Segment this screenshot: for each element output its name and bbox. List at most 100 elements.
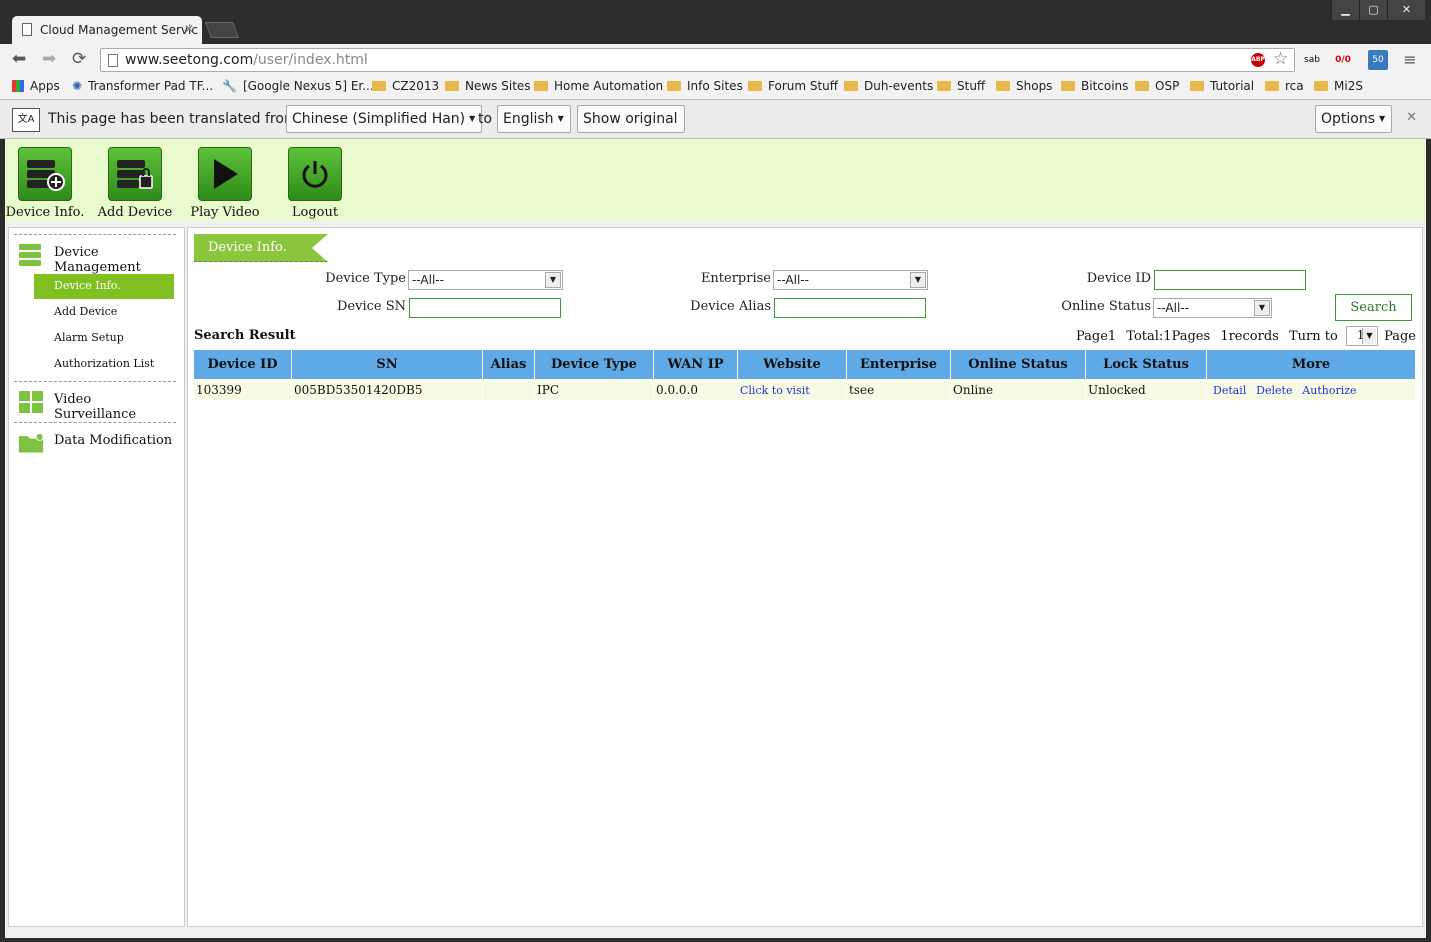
folder-icon — [18, 433, 44, 453]
apps-icon — [12, 80, 24, 92]
show-original-button[interactable]: Show original — [577, 105, 685, 133]
col-device-id[interactable]: Device ID — [194, 350, 291, 379]
forward-arrow-icon[interactable]: ➡ — [42, 49, 56, 69]
col-device-type[interactable]: Device Type — [535, 350, 653, 379]
bookmark-folder[interactable]: Tutorial — [1190, 79, 1254, 93]
col-enterprise[interactable]: Enterprise — [847, 350, 950, 379]
sidebar-item-authorization-list[interactable]: Authorization List — [34, 352, 174, 377]
close-translate-icon[interactable]: ✕ — [1406, 110, 1417, 125]
bookmark-folder[interactable]: Info Sites — [667, 79, 743, 93]
translate-options-button[interactable]: Options ▼ — [1315, 105, 1393, 133]
device-alias-input[interactable] — [774, 298, 926, 318]
col-wan-ip[interactable]: WAN IP — [654, 350, 737, 379]
back-arrow-icon[interactable]: ⬅ — [12, 49, 26, 69]
tab-close-icon[interactable]: ✕ — [184, 22, 194, 36]
delete-link[interactable]: Delete — [1256, 384, 1292, 397]
bookmark-apps[interactable]: Apps — [12, 79, 60, 93]
device-sn-label: Device SN — [336, 299, 406, 314]
folder-icon — [1314, 81, 1328, 91]
device-type-label: Device Type — [325, 271, 406, 286]
device-alias-label: Device Alias — [690, 299, 771, 314]
maximize-button[interactable]: ▢ — [1359, 0, 1387, 20]
sab-extension-icon[interactable]: sab — [1302, 50, 1322, 70]
detail-link[interactable]: Detail — [1213, 384, 1246, 397]
mail-extension-icon[interactable]: 50 — [1368, 50, 1388, 70]
bookmark-item[interactable]: ✺ Transformer Pad TF... — [72, 79, 213, 93]
bookmark-star-icon[interactable]: ☆ — [1273, 49, 1288, 69]
sidebar-device-management[interactable]: Device Management — [14, 234, 176, 275]
new-tab-button[interactable] — [205, 22, 239, 38]
nav-label: Play Video — [190, 205, 260, 220]
menu-icon[interactable]: ≡ — [1400, 50, 1420, 70]
nav-play-video[interactable]: Play Video — [185, 147, 265, 220]
bookmark-folder[interactable]: Stuff — [937, 79, 985, 93]
address-bar[interactable]: www.seetong.com/user/index.html ABP ☆ — [100, 48, 1295, 72]
sidebar-data-modification[interactable]: Data Modification — [14, 422, 176, 462]
browser-tab[interactable]: Cloud Management Servic ✕ — [12, 16, 202, 44]
bookmark-folder[interactable]: CZ2013 — [372, 79, 439, 93]
online-status-select[interactable]: --All-- ▼ — [1153, 298, 1272, 318]
cell-alias — [483, 380, 534, 400]
bookmark-folder[interactable]: OSP — [1135, 79, 1179, 93]
page-icon — [108, 54, 118, 67]
adblock-icon[interactable]: ABP — [1251, 53, 1265, 67]
tab-title: Cloud Management Servic — [40, 23, 198, 37]
enterprise-select[interactable]: --All-- ▼ — [773, 270, 928, 290]
bookmark-folder[interactable]: News Sites — [445, 79, 531, 93]
folder-icon — [1061, 81, 1075, 91]
bookmark-label: OSP — [1155, 79, 1180, 93]
col-sn[interactable]: SN — [292, 350, 482, 379]
visit-link[interactable]: Click to visit — [740, 384, 810, 397]
reload-icon[interactable]: ⟳ — [72, 49, 86, 69]
table-header-row: Device ID SN Alias Device Type WAN IP We… — [194, 350, 1415, 379]
folder-icon — [667, 81, 681, 91]
nav-logout[interactable]: Logout — [275, 147, 355, 220]
nav-add-device[interactable]: Add Device — [95, 147, 175, 220]
bookmark-folder[interactable]: Home Automation — [534, 79, 663, 93]
sidebar-item-alarm-setup[interactable]: Alarm Setup — [34, 326, 174, 351]
bookmark-folder[interactable]: Duh-events — [844, 79, 933, 93]
col-lock-status[interactable]: Lock Status — [1086, 350, 1206, 379]
nav-device-info[interactable]: Device Info. — [5, 147, 85, 220]
close-window-button[interactable]: ✕ — [1387, 0, 1425, 20]
nav-label: Logout — [291, 205, 339, 220]
url-host: www.seetong.com — [125, 52, 254, 68]
sidebar-video-surveillance[interactable]: Video Surveillance — [14, 381, 176, 422]
bookmark-folder[interactable]: Shops — [996, 79, 1052, 93]
bookmark-label: Apps — [30, 79, 60, 93]
device-type-value: --All-- — [412, 273, 444, 287]
counter-extension-icon[interactable]: 0/0 — [1333, 50, 1353, 70]
sidebar-item-device-info[interactable]: Device Info. — [34, 274, 174, 299]
translate-to-word: to — [478, 111, 493, 127]
minimize-button[interactable]: ▁ — [1331, 0, 1359, 20]
col-website[interactable]: Website — [738, 350, 846, 379]
bookmark-item[interactable]: 🔧 [Google Nexus 5] Er... — [222, 79, 374, 93]
folder-icon — [1135, 81, 1149, 91]
bookmark-folder[interactable]: Mi2S — [1314, 79, 1363, 93]
target-language-value: English — [503, 111, 554, 127]
power-icon — [288, 147, 342, 201]
authorize-link[interactable]: Authorize — [1302, 384, 1356, 397]
sidebar-item-add-device[interactable]: Add Device — [34, 300, 174, 325]
target-language-select[interactable]: English ▼ — [497, 105, 571, 133]
sidebar-item-label: Alarm Setup — [54, 331, 124, 344]
sidebar-item-label: Add Device — [54, 305, 118, 318]
bookmark-folder[interactable]: Bitcoins — [1061, 79, 1128, 93]
bookmark-folder[interactable]: Forum Stuff — [748, 79, 838, 93]
main-panel: Device Info. Device Type --All-- ▼ Enterp… — [187, 227, 1423, 927]
device-type-select[interactable]: --All-- ▼ — [408, 270, 563, 290]
device-sn-input[interactable] — [409, 298, 561, 318]
bookmark-label: CZ2013 — [392, 79, 440, 93]
device-id-input[interactable] — [1154, 270, 1306, 290]
col-alias[interactable]: Alias — [483, 350, 534, 379]
search-button[interactable]: Search — [1335, 294, 1412, 321]
bookmark-folder[interactable]: rca — [1265, 79, 1304, 93]
options-label: Options — [1321, 111, 1376, 127]
cell-online-status: Online — [951, 380, 1085, 400]
col-more[interactable]: More — [1207, 350, 1415, 379]
col-online-status[interactable]: Online Status — [951, 350, 1085, 379]
page-select[interactable]: 1 ▼ — [1345, 326, 1378, 346]
page-content: Device Info. Add Device Play Video Logou… — [5, 139, 1426, 938]
bookmark-label: rca — [1285, 79, 1304, 93]
source-language-select[interactable]: Chinese (Simplified Han) ▼ — [286, 105, 483, 133]
